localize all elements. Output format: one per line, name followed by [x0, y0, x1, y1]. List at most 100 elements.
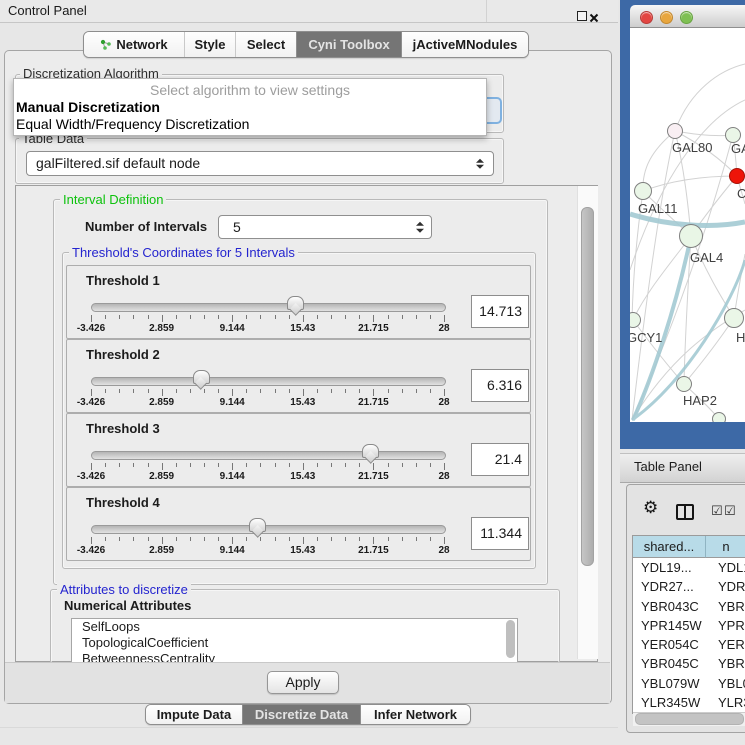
slider-thumb[interactable] [362, 444, 379, 458]
table-row[interactable]: YDR27...YDR2 [633, 577, 745, 596]
gear-icon[interactable]: ⚙ [643, 498, 658, 518]
attribute-item[interactable]: SelfLoops [72, 619, 517, 635]
cell-name[interactable]: YDR2 [705, 577, 745, 596]
apply-button[interactable]: Apply [267, 671, 339, 694]
slider-thumb[interactable] [249, 518, 266, 532]
cell-shared-name[interactable]: YBL079W [633, 674, 705, 693]
network-node-gal80[interactable] [667, 123, 683, 139]
slider-tick [317, 463, 318, 467]
column-header-shared-name[interactable]: shared... [633, 536, 706, 558]
network-node-hap2[interactable] [676, 376, 692, 392]
cell-shared-name[interactable]: YER054C [633, 635, 705, 654]
slider-tick [388, 389, 389, 393]
network-node-gal4[interactable] [679, 224, 703, 248]
numerical-attributes-list[interactable]: SelfLoopsTopologicalCoefficientBetweenne… [71, 618, 518, 663]
attribute-item[interactable]: TopologicalCoefficient [72, 635, 517, 651]
close-window-icon[interactable] [640, 11, 653, 24]
network-node-unlabeled[interactable] [712, 412, 726, 422]
table-row[interactable]: YBL079WYBL0 [633, 674, 745, 693]
cell-name[interactable]: YBL0 [705, 674, 745, 693]
threshold-slider[interactable] [91, 303, 446, 312]
zoom-window-icon[interactable] [680, 11, 693, 24]
slider-tick-label: 15.43 [290, 323, 315, 334]
bottom-tab-impute-data[interactable]: Impute Data [146, 705, 242, 724]
cell-name[interactable]: YDL1 [705, 558, 745, 577]
table-row[interactable]: YBR043CYBR0 [633, 597, 745, 616]
vertical-scrollbar-thumb[interactable] [581, 207, 594, 566]
slider-tick-label: 9.144 [220, 323, 245, 334]
bottom-tab-infer-network[interactable]: Infer Network [360, 705, 470, 724]
slider-tick [204, 537, 205, 541]
attributes-scrollbar-thumb[interactable] [506, 620, 515, 658]
threshold-value-field[interactable]: 21.4 [471, 443, 529, 476]
cell-shared-name[interactable]: YPR145W [633, 616, 705, 635]
table-row[interactable]: YLR345WYLR3 [633, 693, 745, 712]
slider-tick [275, 463, 276, 467]
table-row[interactable]: YBR045CYBR0 [633, 654, 745, 673]
table-row[interactable]: YDL19...YDL1 [633, 558, 745, 577]
network-node-highlighted[interactable] [729, 168, 745, 184]
threshold-value-field[interactable]: 11.344 [471, 517, 529, 550]
minimize-window-icon[interactable] [660, 11, 673, 24]
cell-name[interactable]: YBR0 [705, 597, 745, 616]
bottom-tab-discretize-data[interactable]: Discretize Data [242, 705, 360, 724]
slider-tick [416, 537, 417, 541]
column-header-name[interactable]: n [706, 536, 745, 558]
cell-shared-name[interactable]: YBR043C [633, 597, 705, 616]
slider-tick [444, 537, 445, 544]
slider-tick [133, 537, 134, 541]
slider-thumb[interactable] [193, 370, 210, 384]
table-row[interactable]: YER054CYER0 [633, 635, 745, 654]
dropdown-prompt-item[interactable]: Select algorithm to view settings [14, 81, 486, 99]
threshold-2-box: Threshold 2 -3.4262.8599.14415.4321.7152… [66, 339, 531, 413]
threshold-value-field[interactable]: 6.316 [471, 369, 529, 402]
float-panel-icon[interactable] [577, 11, 587, 21]
tab-network[interactable]: Network [84, 32, 184, 57]
threshold-slider[interactable] [91, 377, 446, 386]
tab-jactivemnodules[interactable]: jActiveMNodules [401, 32, 528, 57]
network-node-gal11[interactable] [634, 182, 652, 200]
tab-cyni-toolbox[interactable]: Cyni Toolbox [296, 32, 401, 57]
cell-shared-name[interactable]: YBR045C [633, 654, 705, 673]
slider-tick [176, 537, 177, 541]
slider-tick [359, 537, 360, 541]
tab-select[interactable]: Select [235, 32, 296, 57]
table-data-combobox[interactable]: galFiltered.sif default node [26, 151, 494, 176]
tab-style[interactable]: Style [184, 32, 235, 57]
node-label-partial-ga: GA [731, 141, 745, 156]
cell-name[interactable]: YER0 [705, 635, 745, 654]
columns-icon[interactable] [676, 504, 694, 520]
cell-name[interactable]: YLR3 [705, 693, 745, 712]
table-horizontal-scrollbar-thumb[interactable] [635, 713, 744, 725]
dropdown-option-equal-width[interactable]: Equal Width/Frequency Discretization [14, 116, 486, 133]
threshold-value-field[interactable]: 14.713 [471, 295, 529, 328]
threshold-label: Threshold 3 [86, 421, 160, 436]
table-row[interactable]: YPR145WYPR1 [633, 616, 745, 635]
cell-name[interactable]: YBR0 [705, 654, 745, 673]
slider-tick [119, 463, 120, 467]
cell-shared-name[interactable]: YDR27... [633, 577, 705, 596]
cell-name[interactable]: YPR1 [705, 616, 745, 635]
slider-tick [190, 537, 191, 541]
checkbox-icon[interactable]: ☑ [711, 503, 723, 519]
cell-shared-name[interactable]: YLR345W [633, 693, 705, 712]
threshold-slider[interactable] [91, 525, 446, 534]
node-label-gal11: GAL11 [638, 201, 678, 216]
slider-tick [275, 315, 276, 319]
slider-tick [430, 463, 431, 467]
node-label-gal4: GAL4 [690, 250, 723, 265]
network-canvas[interactable]: GAL80 GA C GAL11 GAL4 GCY1 H HAP2 [630, 28, 745, 422]
checkbox-icon[interactable]: ☑ [724, 503, 736, 519]
table-panel-title: Table Panel [634, 453, 702, 481]
network-window-titlebar[interactable] [630, 5, 745, 28]
dropdown-option-manual-discretization[interactable]: Manual Discretization [14, 99, 486, 116]
close-panel-icon[interactable] [589, 10, 599, 20]
network-node-partial-h[interactable] [724, 308, 744, 328]
slider-tick [303, 389, 304, 396]
cell-shared-name[interactable]: YDL19... [633, 558, 705, 577]
slider-tick-label: 21.715 [358, 471, 389, 482]
number-of-intervals-combobox[interactable]: 5 [218, 215, 432, 239]
slider-tick [105, 537, 106, 541]
slider-thumb[interactable] [287, 296, 304, 310]
threshold-slider[interactable] [91, 451, 446, 460]
